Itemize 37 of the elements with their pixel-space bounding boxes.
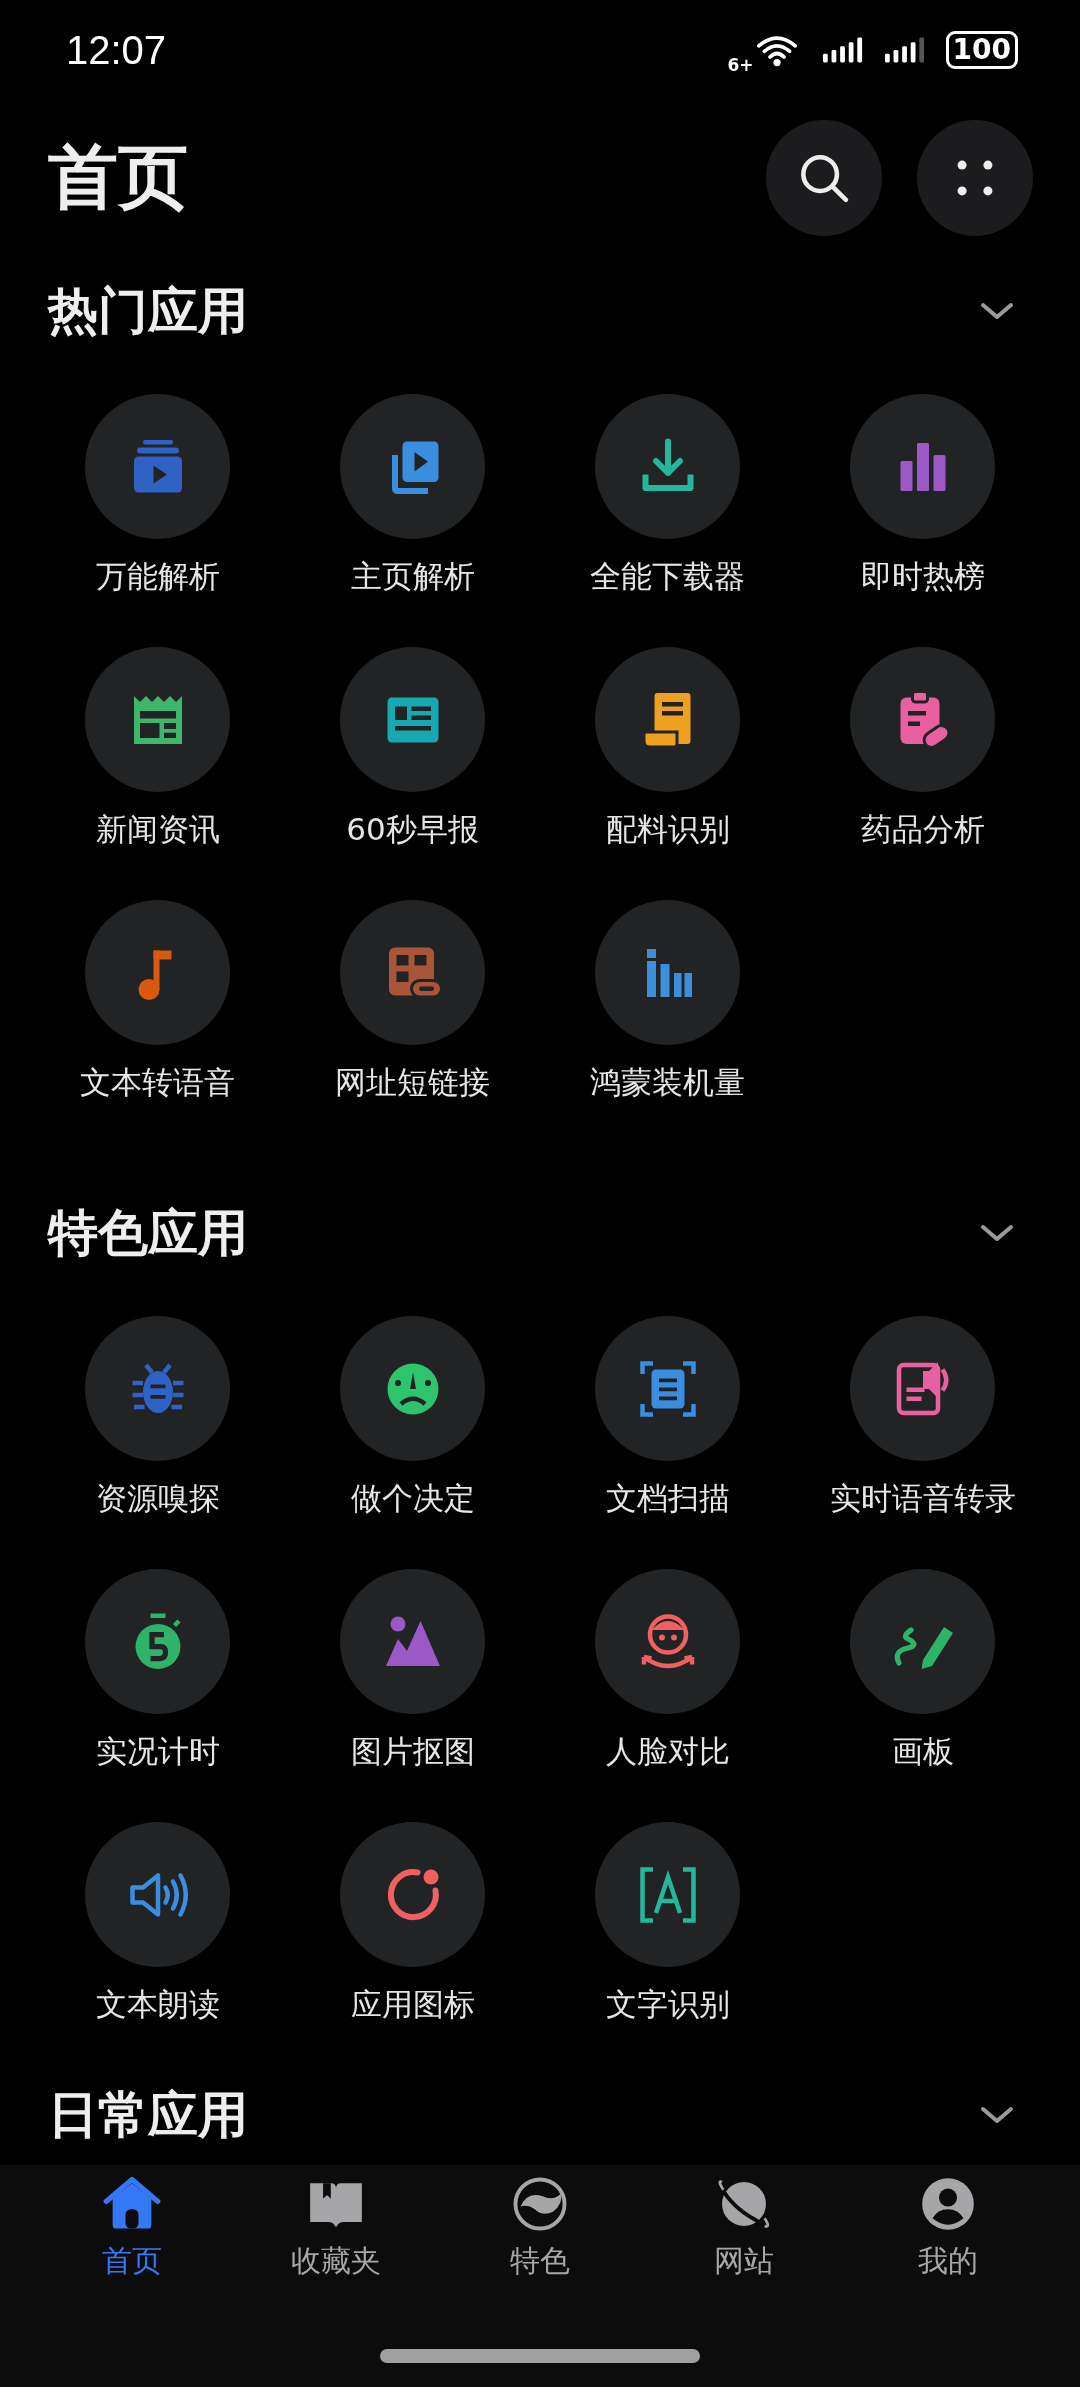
signal-icon xyxy=(821,37,864,63)
app-label: 人脸对比 xyxy=(605,1732,730,1771)
network-type-label: 6+ xyxy=(727,55,754,75)
app-label: 全能下载器 xyxy=(590,557,745,596)
nav-tab[interactable]: 特色 xyxy=(460,2173,620,2281)
app-label: 实时语音转录 xyxy=(829,1479,1016,1518)
app-label: 网址短链接 xyxy=(335,1063,490,1102)
nav-tab[interactable]: 我的 xyxy=(868,2173,1028,2281)
app-label: 文字识别 xyxy=(605,1985,730,2024)
section-title: 特色应用 xyxy=(48,1202,248,1264)
app-label: 即时热榜 xyxy=(860,557,985,596)
section-title: 日常应用 xyxy=(48,2084,248,2146)
battery-indicator: 100 xyxy=(945,31,1018,69)
app-label: 图片抠图 xyxy=(350,1732,475,1771)
app-label: 文档扫描 xyxy=(605,1479,730,1518)
app-label: 做个决定 xyxy=(350,1479,475,1518)
section-title: 热门应用 xyxy=(48,280,248,342)
page-title: 首页 xyxy=(48,135,188,220)
app-label: 画板 xyxy=(891,1732,954,1771)
app-label: 应用图标 xyxy=(350,1985,475,2024)
app-label: 资源嗅探 xyxy=(95,1479,220,1518)
app-label: 药品分析 xyxy=(860,810,985,849)
signal-icon xyxy=(883,37,926,63)
app-label: 鸿蒙装机量 xyxy=(590,1063,745,1102)
app-label: 万能解析 xyxy=(95,557,220,596)
nav-tab[interactable]: 网站 xyxy=(664,2173,824,2281)
app-label: 实况计时 xyxy=(95,1732,220,1771)
app-label: 文本朗读 xyxy=(95,1985,220,2024)
app-label: 配料识别 xyxy=(605,810,730,849)
app-label: 60秒早报 xyxy=(346,810,479,849)
status-time: 12:07 xyxy=(66,27,167,73)
app-label: 文本转语音 xyxy=(80,1063,235,1102)
nav-tab[interactable]: 收藏夹 xyxy=(256,2173,416,2281)
app-label: 主页解析 xyxy=(350,557,475,596)
wifi-icon xyxy=(755,33,798,67)
nav-tab[interactable]: 首页 xyxy=(52,2173,212,2281)
app-label: 新闻资讯 xyxy=(95,810,220,849)
